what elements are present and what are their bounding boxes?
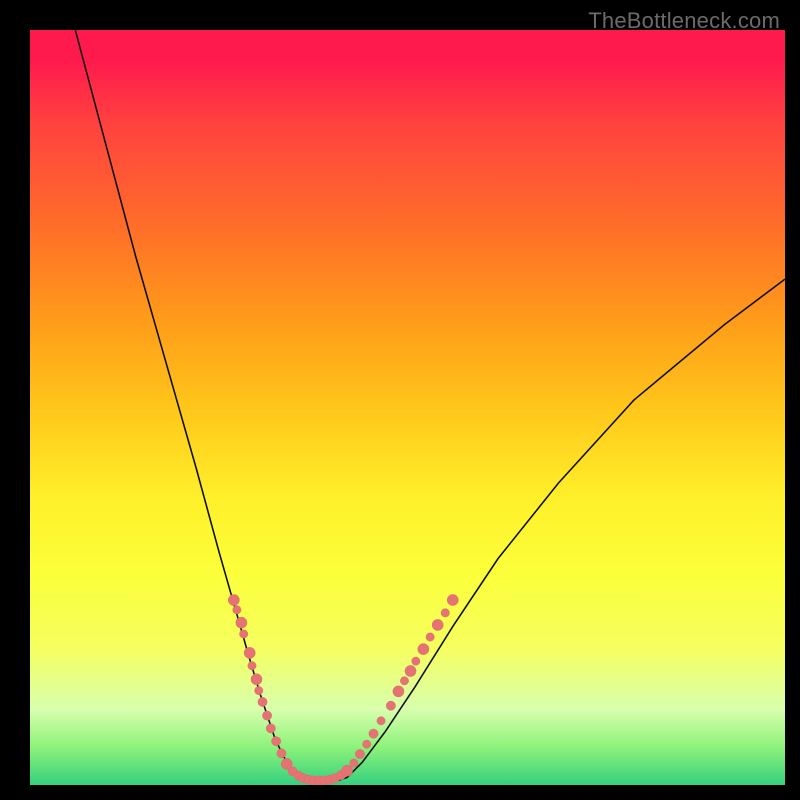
data-marker	[441, 609, 449, 617]
data-marker	[233, 606, 241, 614]
data-marker	[405, 665, 416, 676]
data-marker	[341, 765, 352, 776]
data-marker	[432, 619, 443, 630]
data-marker	[266, 724, 275, 733]
data-marker	[377, 717, 385, 725]
chart-frame: TheBottleneck.com	[0, 0, 800, 800]
data-marker	[236, 617, 247, 628]
data-marker	[400, 677, 408, 685]
marker-group	[228, 594, 458, 785]
data-marker	[271, 737, 280, 746]
bottleneck-curve	[75, 30, 785, 781]
data-marker	[412, 657, 420, 665]
data-marker	[418, 643, 429, 654]
data-marker	[386, 701, 395, 710]
plot-area	[30, 30, 785, 785]
data-marker	[426, 633, 434, 641]
data-marker	[355, 749, 364, 758]
data-marker	[258, 697, 267, 706]
data-marker	[248, 661, 256, 669]
data-marker	[244, 647, 255, 658]
data-marker	[239, 630, 247, 638]
data-marker	[363, 740, 371, 748]
data-marker	[262, 711, 271, 720]
data-marker	[447, 594, 458, 605]
data-marker	[251, 674, 262, 685]
data-marker	[277, 749, 286, 758]
chart-svg	[30, 30, 785, 785]
data-marker	[350, 759, 358, 767]
data-marker	[228, 594, 239, 605]
data-marker	[393, 686, 404, 697]
data-marker	[369, 729, 378, 738]
data-marker	[255, 686, 263, 694]
